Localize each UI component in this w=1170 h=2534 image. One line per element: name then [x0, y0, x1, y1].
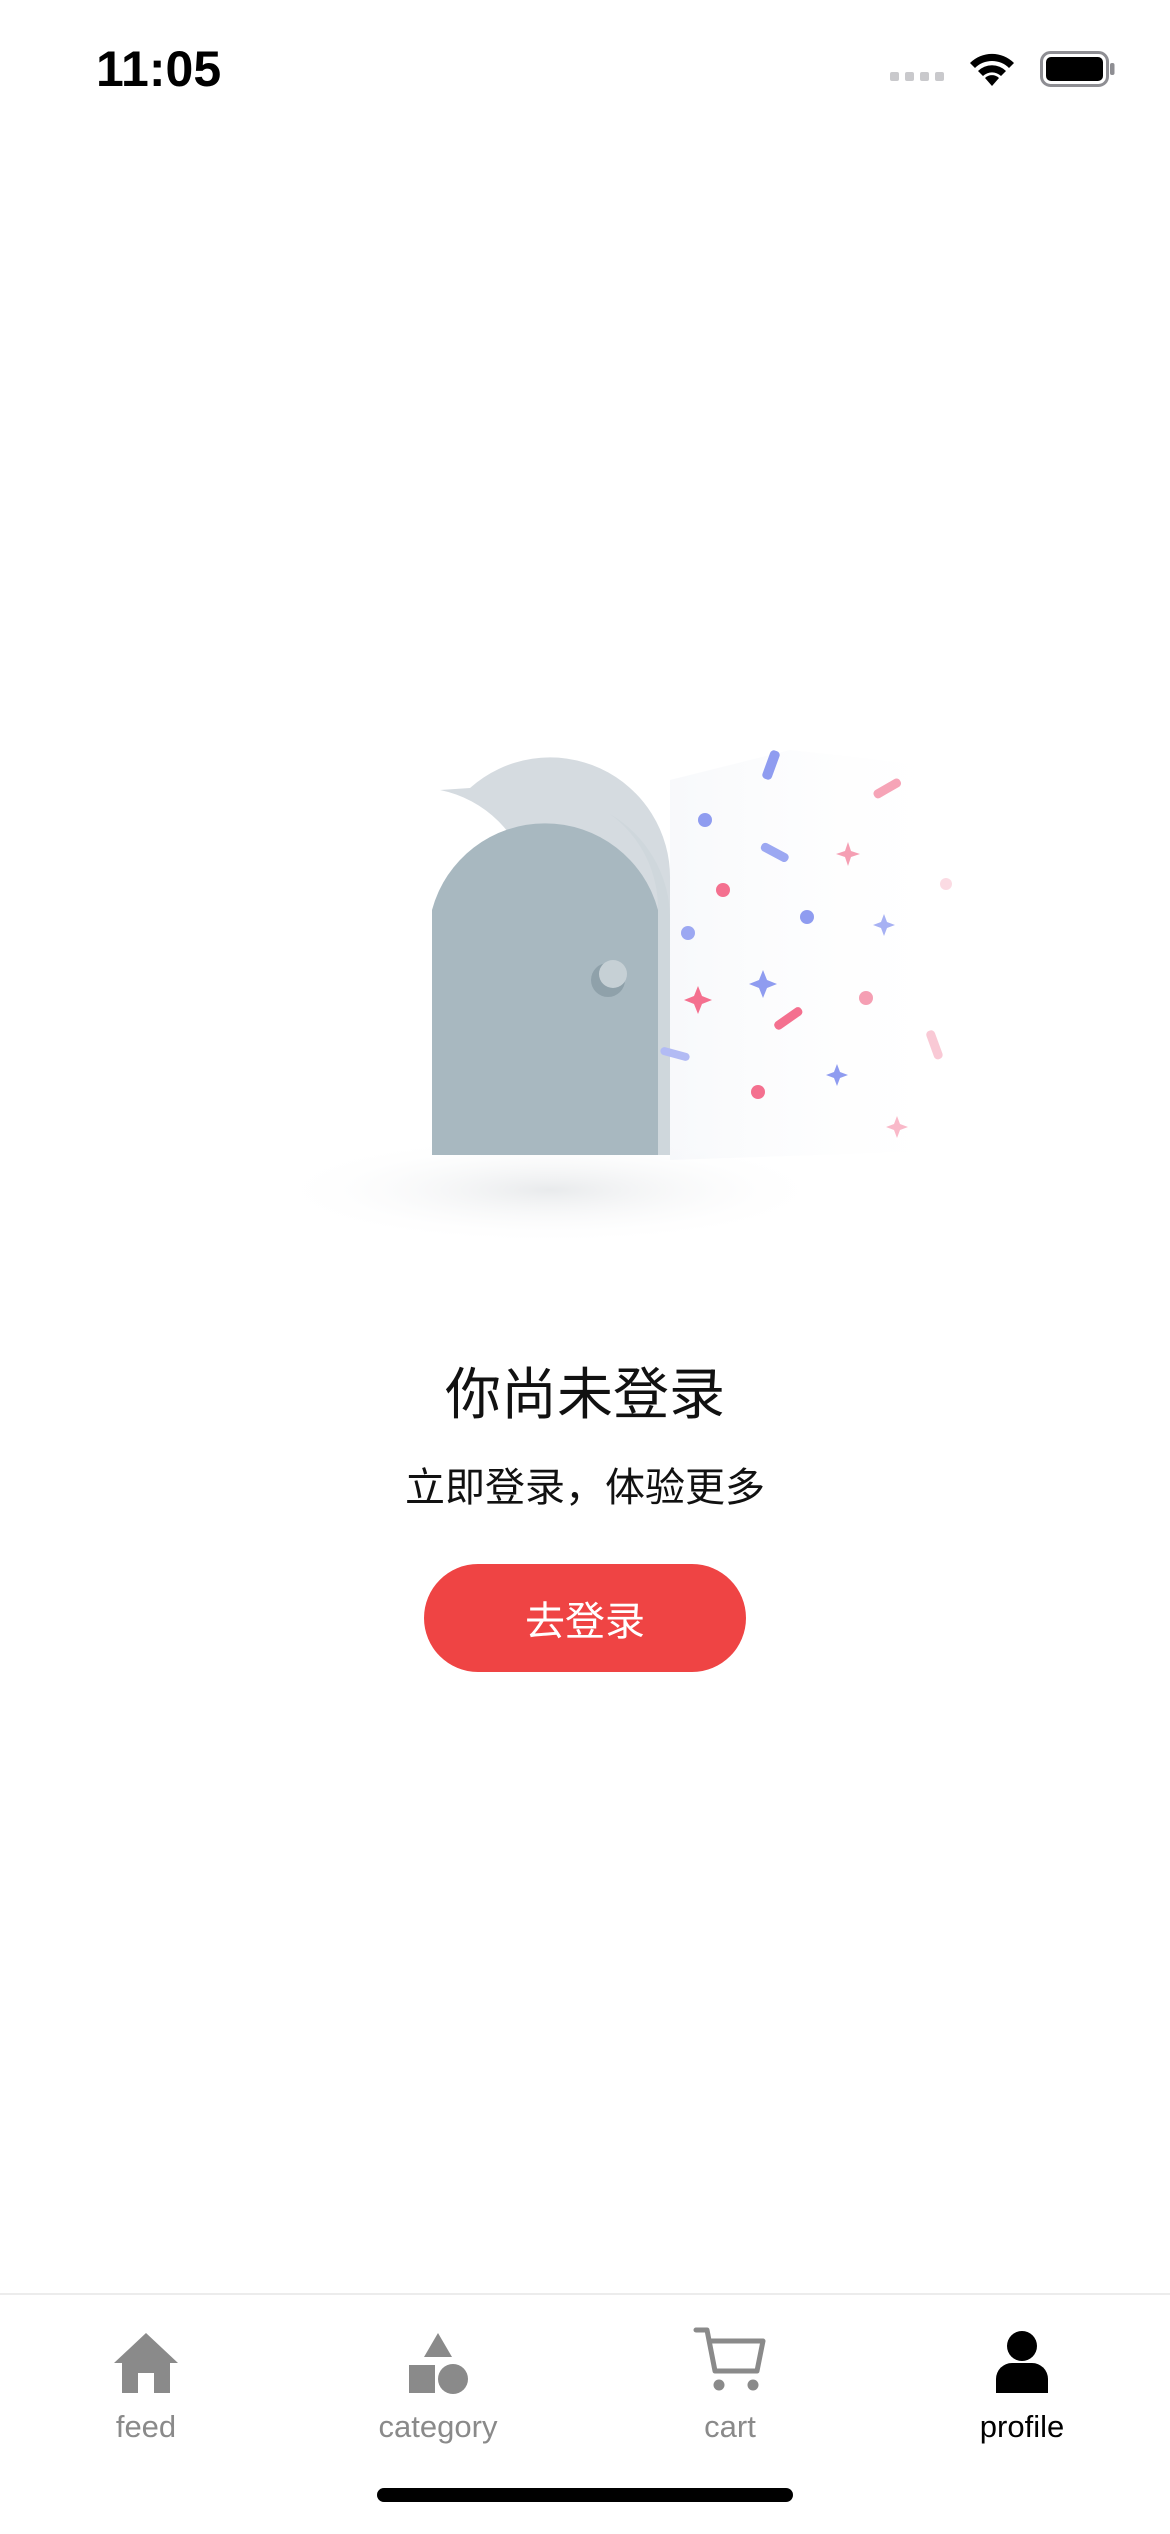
tab-cart-label: cart	[704, 2409, 756, 2444]
door-confetti-illustration	[270, 750, 970, 1245]
battery-icon	[1040, 51, 1115, 87]
login-required-title: 你尚未登录	[445, 1363, 725, 1428]
tab-feed-label: feed	[115, 2409, 177, 2444]
status-icons	[890, 50, 1116, 88]
tab-profile-label: profile	[979, 2409, 1065, 2444]
go-login-button[interactable]: 去登录	[424, 1564, 746, 1672]
status-time: 11:05	[96, 41, 222, 97]
tab-category[interactable]: category	[292, 2315, 584, 2465]
tab-feed[interactable]: feed	[0, 2315, 292, 2465]
cellular-signal-icon	[890, 71, 944, 81]
wifi-icon	[970, 53, 1014, 86]
tab-cart[interactable]: cart	[584, 2315, 876, 2465]
person-icon	[994, 2315, 1050, 2395]
cart-icon	[693, 2315, 767, 2395]
tab-category-label: category	[378, 2409, 498, 2444]
home-indicator	[377, 2488, 793, 2502]
status-bar: 11:05	[0, 0, 1170, 150]
login-required-subtitle: 立即登录，体验更多	[405, 1465, 765, 1511]
category-shapes-icon	[407, 2315, 469, 2395]
tab-profile[interactable]: profile	[876, 2315, 1168, 2465]
home-icon	[112, 2315, 180, 2395]
